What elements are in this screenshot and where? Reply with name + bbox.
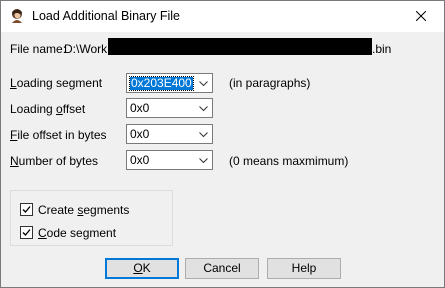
loading-offset-value[interactable]: 0x0 bbox=[130, 102, 149, 115]
help-button[interactable]: Help bbox=[267, 258, 341, 279]
create-segments-checkbox[interactable] bbox=[20, 203, 33, 216]
chevron-down-icon[interactable] bbox=[199, 158, 208, 164]
checkmark-icon bbox=[22, 206, 31, 213]
code-segment-mnemonic: C bbox=[38, 226, 47, 240]
loading-offset-label-pre: Loading bbox=[10, 102, 57, 116]
loading-segment-note: (in paragraphs) bbox=[229, 76, 311, 90]
file-name-prefix: D:\Work bbox=[64, 42, 108, 56]
dialog-window: Load Additional Binary File File name: D… bbox=[0, 0, 445, 288]
chevron-down-icon[interactable] bbox=[199, 81, 208, 87]
dialog-title: Load Additional Binary File bbox=[32, 9, 181, 23]
file-offset-label-rest: ile offset in bytes bbox=[17, 128, 107, 142]
number-of-bytes-note: (0 means maxmimum) bbox=[229, 154, 349, 168]
file-offset-label: File offset in bytes bbox=[10, 128, 107, 142]
loading-segment-label: Loading segment bbox=[10, 76, 102, 90]
create-segments-label-rest: egments bbox=[83, 203, 130, 217]
number-of-bytes-label: Number of bytes bbox=[10, 154, 98, 168]
file-name-redaction bbox=[108, 38, 372, 55]
chevron-down-icon[interactable] bbox=[199, 106, 208, 112]
loading-offset-combo[interactable]: 0x0 bbox=[126, 98, 213, 118]
loading-segment-combo[interactable]: 0x203E400 bbox=[126, 73, 213, 93]
number-of-bytes-combo[interactable]: 0x0 bbox=[126, 150, 213, 170]
checkmark-icon bbox=[22, 229, 31, 236]
create-segments-label-pre: Create bbox=[38, 203, 78, 217]
app-icon bbox=[9, 8, 25, 24]
number-of-bytes-value[interactable]: 0x0 bbox=[130, 154, 149, 167]
code-segment-label-rest: ode segment bbox=[46, 226, 117, 240]
ok-mnemonic: O bbox=[133, 261, 143, 275]
chevron-down-icon[interactable] bbox=[199, 132, 208, 138]
create-segments-label[interactable]: Create segments bbox=[38, 203, 129, 217]
close-icon bbox=[416, 11, 426, 21]
file-name-suffix: .bin bbox=[372, 42, 392, 56]
close-button[interactable] bbox=[398, 1, 444, 32]
cancel-button[interactable]: Cancel bbox=[185, 258, 259, 279]
loading-segment-mnemonic: L bbox=[10, 76, 17, 90]
file-offset-combo[interactable]: 0x0 bbox=[126, 124, 213, 144]
loading-segment-value[interactable]: 0x203E400 bbox=[129, 76, 194, 91]
code-segment-label[interactable]: Code segment bbox=[38, 226, 116, 240]
ok-label-rest: K bbox=[142, 261, 151, 275]
loading-segment-label-rest: oading segment bbox=[16, 76, 103, 90]
code-segment-checkbox[interactable] bbox=[20, 226, 33, 239]
number-of-bytes-mnemonic: N bbox=[10, 154, 19, 168]
loading-offset-mnemonic: o bbox=[56, 102, 63, 116]
loading-offset-label-rest: ffset bbox=[62, 102, 86, 116]
number-of-bytes-label-rest: umber of bytes bbox=[18, 154, 99, 168]
loading-offset-label: Loading offset bbox=[10, 102, 85, 116]
file-name-label: File name: bbox=[10, 42, 67, 56]
file-offset-value[interactable]: 0x0 bbox=[130, 128, 149, 141]
title-bar: Load Additional Binary File bbox=[1, 1, 444, 32]
ok-button[interactable]: OK bbox=[105, 258, 179, 279]
